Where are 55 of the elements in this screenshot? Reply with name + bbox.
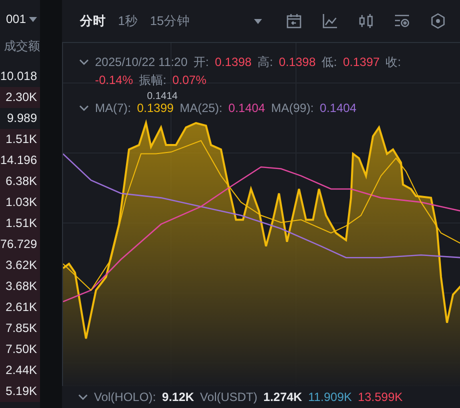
interval-tab[interactable]: 分时 xyxy=(80,12,106,30)
candlestick-icon[interactable] xyxy=(358,13,374,29)
volume-value: 1.274K xyxy=(263,390,302,404)
datetime-text: 2025/10/22 11:20 xyxy=(95,55,188,69)
dropdown-caret-icon[interactable] xyxy=(29,16,37,22)
chevron-icon[interactable] xyxy=(78,394,88,400)
volume-cell: 2.44K xyxy=(0,360,40,381)
volume-label: Vol(USDT) xyxy=(200,390,258,404)
ma-value: 0.1404 xyxy=(228,101,266,115)
volume-cell: 3.62K xyxy=(0,255,40,276)
interval-tab[interactable]: 1秒 xyxy=(118,12,138,30)
volume-cell: 7.85K xyxy=(0,318,40,339)
volume-value: 13.599K xyxy=(358,390,403,404)
volume-cell: 14.196 xyxy=(0,150,40,171)
change-value: -0.14% xyxy=(95,73,134,87)
interval-tab[interactable]: 15分钟 xyxy=(150,12,190,30)
volume-cell: 1.03K xyxy=(0,192,40,213)
settings-list-icon[interactable] xyxy=(394,13,410,29)
field-label: 收: xyxy=(386,54,402,70)
calendar-icon[interactable] xyxy=(286,13,302,29)
chevron-icon[interactable] xyxy=(79,104,89,112)
field-value: 0.1398 xyxy=(278,55,316,69)
volume-cell: 2.30K xyxy=(0,87,40,108)
symbol-text: 001 xyxy=(6,12,26,26)
volume-label: Vol(HOLO): xyxy=(94,390,156,404)
volume-cell: 1.51K xyxy=(0,213,40,234)
hexagon-icon[interactable] xyxy=(430,13,446,29)
volume-cell: 2.61K xyxy=(0,297,40,318)
field-value: 0.1397 xyxy=(342,55,380,69)
volume-cell: 1.51K xyxy=(0,129,40,150)
chevron-icon[interactable] xyxy=(79,58,89,66)
ma-label: MA(7): xyxy=(95,101,131,115)
field-value: 0.1398 xyxy=(214,55,252,69)
volume-cell: 5.19K xyxy=(0,381,40,402)
field-label: 振幅: xyxy=(139,72,166,88)
volume-cell-text: 10.018 xyxy=(0,68,38,85)
ma-label: MA(25): xyxy=(180,101,222,115)
volume-cell: 3.68K xyxy=(0,276,40,297)
column-header: 成交额 xyxy=(4,38,40,55)
field-label: 低: xyxy=(322,54,337,70)
line-chart-icon[interactable] xyxy=(322,13,338,29)
volume-cell: 6.38K xyxy=(0,171,40,192)
ma-value: 0.1399 xyxy=(137,101,174,115)
price-label: 0.1414 xyxy=(147,91,178,102)
field-label: 开: xyxy=(194,54,209,70)
volume-value: 9.12K xyxy=(162,390,194,404)
ma-value: 0.1404 xyxy=(320,101,356,115)
volume-value: 11.909K xyxy=(308,390,352,404)
volume-cell: 76.729 xyxy=(0,234,40,255)
volume-cell: 7.50K xyxy=(0,339,40,360)
field-label: 高: xyxy=(258,54,273,70)
ma-label: MA(99): xyxy=(271,101,314,115)
volume-cell-text: 9.989 xyxy=(6,110,38,127)
field-value: 0.07% xyxy=(172,73,206,87)
dropdown-caret-icon[interactable] xyxy=(254,18,262,24)
